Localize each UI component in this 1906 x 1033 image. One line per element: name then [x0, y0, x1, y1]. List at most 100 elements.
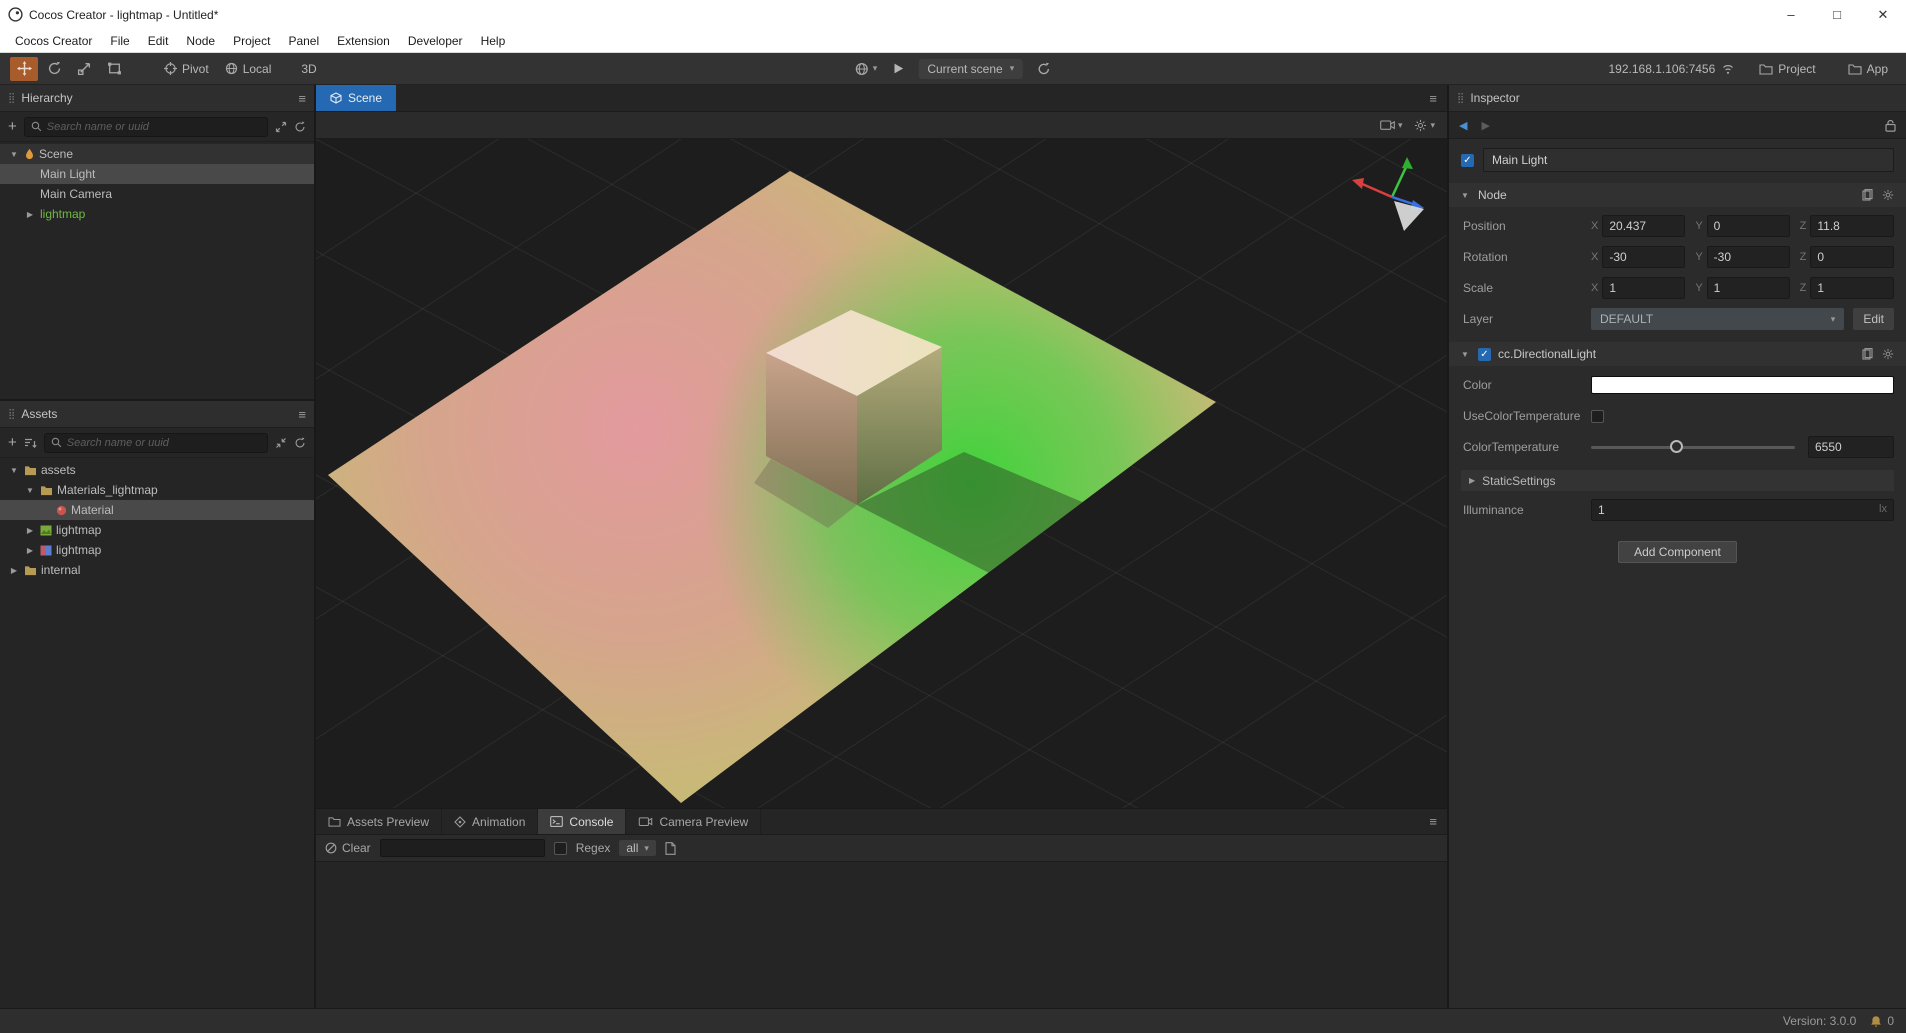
menu-file[interactable]: File [101, 29, 138, 52]
tab-scene[interactable]: Scene [316, 85, 397, 111]
asset-row-lightmap-1[interactable]: ▶ lightmap [0, 520, 314, 540]
color-temperature-slider[interactable] [1591, 436, 1795, 458]
console-clear-button[interactable]: Clear [325, 841, 371, 855]
drag-handle-icon[interactable]: ⣿ [1457, 93, 1464, 104]
rotation-x-input[interactable] [1602, 246, 1686, 268]
expand-arrow-icon[interactable]: ▶ [24, 526, 36, 535]
scale-z-input[interactable] [1810, 277, 1894, 299]
menu-help[interactable]: Help [472, 29, 515, 52]
node-settings-icon[interactable] [1882, 189, 1894, 201]
expand-arrow-icon[interactable]: ▶ [24, 210, 36, 219]
console-output[interactable] [316, 862, 1447, 1008]
use-color-temperature-checkbox[interactable] [1591, 409, 1604, 423]
menu-panel[interactable]: Panel [279, 29, 328, 52]
hierarchy-node-main-camera[interactable]: Main Camera [0, 184, 314, 204]
slider-knob[interactable] [1669, 440, 1683, 453]
rotation-y-input[interactable] [1706, 246, 1790, 268]
drag-handle-icon[interactable]: ⣿ [8, 93, 15, 104]
notifications[interactable]: 0 [1870, 1014, 1894, 1028]
expand-arrow-icon[interactable]: ▶ [8, 566, 20, 575]
node-section-header[interactable]: ▼ Node [1449, 183, 1906, 207]
light-enabled-checkbox[interactable]: ✓ [1478, 347, 1491, 361]
open-log-file-button[interactable] [665, 841, 676, 855]
color-temperature-input[interactable] [1808, 436, 1894, 458]
expand-arrow-icon[interactable]: ▼ [8, 466, 20, 475]
current-scene-dropdown[interactable]: Current scene ▾ [918, 58, 1024, 79]
asset-row-materials-lightmap[interactable]: ▼ Materials_lightmap [0, 480, 314, 500]
light-section-header[interactable]: ▼ ✓ cc.DirectionalLight [1449, 342, 1906, 366]
refresh-hierarchy-button[interactable] [294, 121, 306, 133]
position-x-input[interactable] [1602, 215, 1686, 237]
open-project-button[interactable]: Project [1751, 57, 1823, 81]
view-settings-dropdown[interactable]: ▾ [1414, 119, 1435, 132]
add-node-button[interactable]: + [8, 118, 17, 135]
pivot-button[interactable]: Pivot [156, 57, 217, 81]
rotation-z-input[interactable] [1810, 246, 1894, 268]
hierarchy-search-input[interactable] [46, 120, 261, 133]
move-tool-button[interactable] [10, 56, 38, 81]
tab-console[interactable]: Console [538, 809, 627, 834]
assets-menu-icon[interactable]: ≡ [298, 407, 306, 422]
tab-assets-preview[interactable]: Assets Preview [316, 809, 443, 834]
static-settings-header[interactable]: ▶ StaticSettings [1461, 470, 1894, 491]
asset-row-internal[interactable]: ▶ internal [0, 560, 314, 580]
expand-arrow-icon[interactable]: ▼ [8, 150, 20, 159]
hierarchy-node-lightmap[interactable]: ▶ lightmap [0, 204, 314, 224]
console-panel-menu-icon[interactable]: ≡ [1429, 809, 1447, 834]
menu-node[interactable]: Node [177, 29, 224, 52]
play-button[interactable] [891, 62, 904, 75]
history-forward-button[interactable]: ▶ [1481, 119, 1489, 132]
layer-dropdown[interactable]: DEFAULT ▾ [1591, 308, 1845, 330]
console-filter-input[interactable] [379, 839, 545, 857]
refresh-scene-button[interactable] [1037, 62, 1051, 76]
expand-arrow-icon[interactable]: ▼ [24, 486, 36, 495]
assets-search-input[interactable] [66, 436, 261, 449]
regex-checkbox[interactable] [553, 841, 567, 855]
asset-row-lightmap-2[interactable]: ▶ lightmap [0, 540, 314, 560]
expand-arrow-icon[interactable]: ▶ [24, 546, 36, 555]
mode-3d-button[interactable]: 3D [293, 57, 324, 81]
menu-developer[interactable]: Developer [399, 29, 472, 52]
scale-tool-button[interactable] [70, 57, 98, 81]
node-name-input[interactable] [1483, 148, 1894, 172]
menu-cocos-creator[interactable]: Cocos Creator [6, 29, 101, 52]
preview-address[interactable]: 192.168.1.106:7456 [1609, 62, 1736, 76]
layer-edit-button[interactable]: Edit [1853, 308, 1894, 330]
paste-component-icon[interactable] [1862, 348, 1873, 360]
color-swatch[interactable] [1591, 376, 1894, 394]
maximize-button[interactable]: □ [1814, 0, 1860, 29]
scene-viewport[interactable] [316, 139, 1447, 808]
close-button[interactable]: ✕ [1860, 0, 1906, 29]
add-asset-button[interactable]: + [8, 434, 17, 451]
asset-row-assets[interactable]: ▼ assets [0, 460, 314, 480]
log-level-dropdown[interactable]: all ▾ [619, 840, 656, 856]
hierarchy-menu-icon[interactable]: ≡ [298, 91, 306, 106]
lock-inspector-button[interactable] [1885, 119, 1896, 132]
position-z-input[interactable] [1810, 215, 1894, 237]
component-settings-icon[interactable] [1882, 348, 1894, 360]
tab-animation[interactable]: Animation [442, 809, 539, 834]
node-active-checkbox[interactable]: ✓ [1461, 153, 1474, 167]
hierarchy-node-scene[interactable]: ▼ Scene [0, 144, 314, 164]
sort-assets-button[interactable] [24, 437, 37, 449]
illuminance-input[interactable] [1591, 499, 1894, 521]
rotate-tool-button[interactable] [40, 57, 68, 81]
tab-camera-preview[interactable]: Camera Preview [626, 809, 762, 834]
position-y-input[interactable] [1706, 215, 1790, 237]
refresh-assets-button[interactable] [294, 437, 306, 449]
rect-tool-button[interactable] [100, 57, 128, 81]
paste-component-icon[interactable] [1862, 189, 1873, 201]
camera-settings-dropdown[interactable]: ▾ [1380, 119, 1402, 131]
minimize-button[interactable]: – [1768, 0, 1814, 29]
menu-project[interactable]: Project [224, 29, 279, 52]
preview-target-dropdown[interactable]: ▾ [855, 62, 877, 76]
menu-extension[interactable]: Extension [328, 29, 399, 52]
scale-y-input[interactable] [1706, 277, 1790, 299]
drag-handle-icon[interactable]: ⣿ [8, 409, 15, 420]
local-button[interactable]: Local [217, 57, 280, 81]
add-component-button[interactable]: Add Component [1618, 541, 1737, 563]
scene-panel-menu-icon[interactable]: ≡ [1429, 91, 1447, 106]
expand-all-button[interactable] [275, 121, 287, 133]
menu-edit[interactable]: Edit [139, 29, 178, 52]
hierarchy-node-main-light[interactable]: Main Light [0, 164, 314, 184]
